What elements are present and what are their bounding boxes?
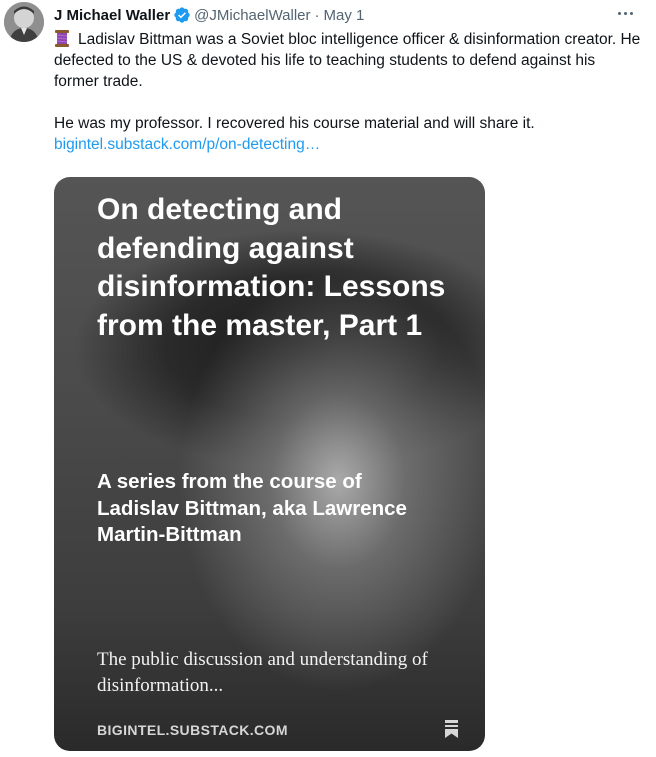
- tweet-text: Ladislav Bittman was a Soviet bloc intel…: [54, 29, 644, 155]
- separator: ·: [314, 6, 320, 24]
- more-options-button[interactable]: [614, 4, 636, 22]
- link-preview-card[interactable]: On detecting and defending against disin…: [54, 177, 485, 751]
- tweet-paragraph-1: Ladislav Bittman was a Soviet bloc intel…: [54, 29, 644, 92]
- verified-badge-icon: [174, 7, 190, 23]
- bookmark-icon[interactable]: [445, 720, 458, 738]
- tweet-paragraph-2: He was my professor. I recovered his cou…: [54, 115, 535, 132]
- author-handle[interactable]: @JMichaelWaller: [194, 7, 310, 24]
- avatar-portrait: [4, 2, 44, 42]
- article-link[interactable]: bigintel.substack.com/p/on-detecting…: [54, 136, 320, 153]
- tweet-header: J Michael Waller @JMichaelWaller · May 1: [54, 4, 636, 26]
- author-name[interactable]: J Michael Waller: [54, 7, 170, 24]
- more-options-icon: [617, 11, 621, 15]
- spool-of-thread-emoji: [55, 30, 69, 47]
- avatar[interactable]: [4, 2, 44, 42]
- card-title: On detecting and defending against disin…: [97, 193, 446, 342]
- tweet-date[interactable]: May 1: [324, 7, 365, 24]
- card-domain: BIGINTEL.SUBSTACK.COM: [97, 722, 288, 738]
- card-excerpt: The public discussion and understanding …: [97, 649, 428, 696]
- tweet-paragraph-1-text: Ladislav Bittman was a Soviet bloc intel…: [54, 31, 641, 90]
- card-subtitle: A series from the course of Ladislav Bit…: [97, 470, 407, 546]
- tweet: J Michael Waller @JMichaelWaller · May 1…: [0, 0, 656, 757]
